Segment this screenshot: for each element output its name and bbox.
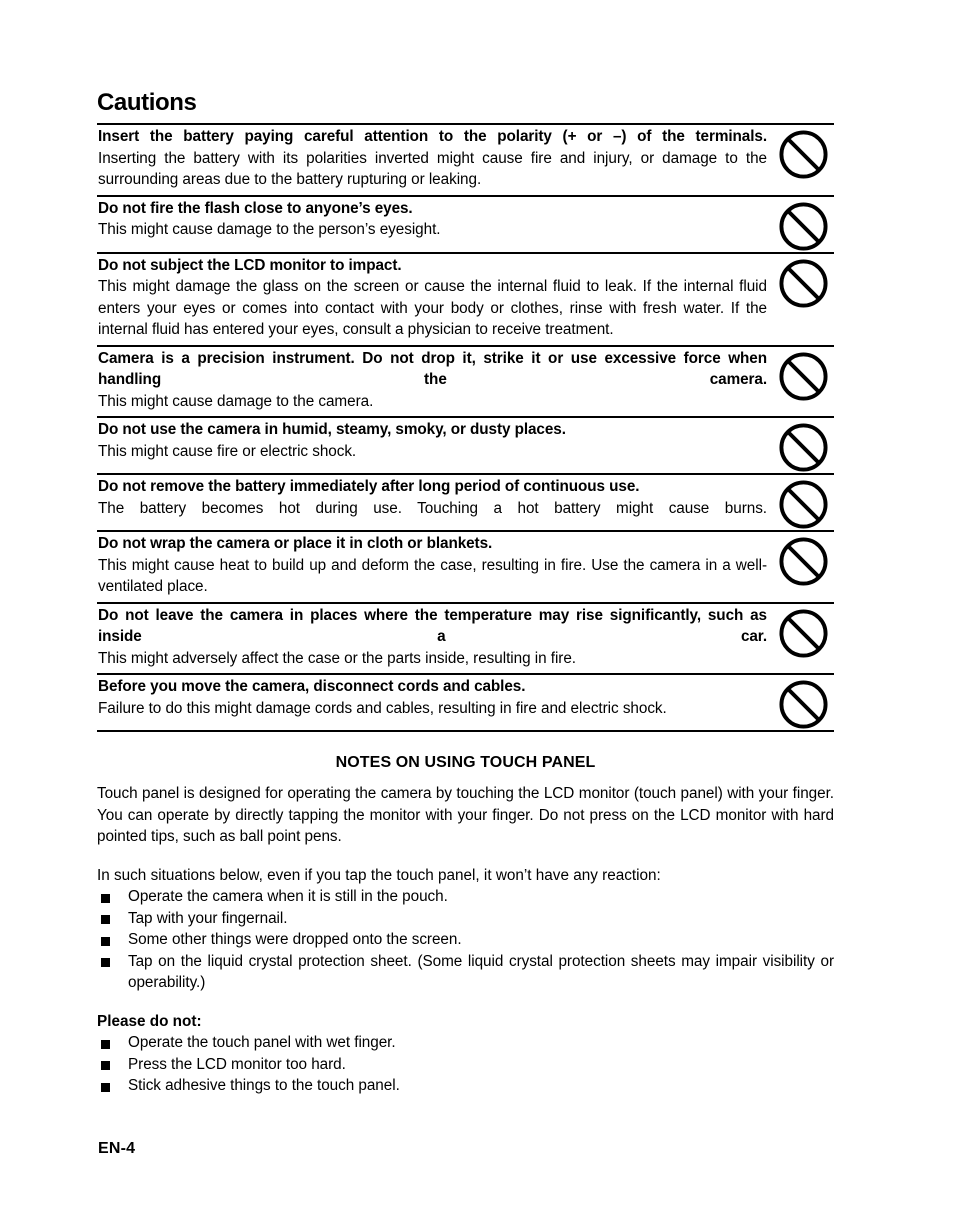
caution-body: This might adversely affect the case or …: [98, 649, 577, 667]
notes-no-reaction-lead: In such situations below, even if you ta…: [97, 866, 661, 884]
no-reaction-list: Operate the camera when it is still in t…: [97, 886, 834, 994]
manual-page: Cautions Insert the battery paying caref…: [97, 0, 834, 1220]
notes-intro-paragraph: Touch panel is designed for operating th…: [97, 785, 834, 845]
list-item: Tap on the liquid crystal protection she…: [97, 951, 834, 994]
square-bullet-icon: [101, 1082, 110, 1092]
page-footer: EN-4: [98, 1140, 136, 1157]
list-item: Stick adhesive things to the touch panel…: [97, 1075, 834, 1097]
list-item-label: Operate the touch panel with wet finger.: [128, 1034, 396, 1051]
list-item-label: Tap on the liquid crystal protection she…: [128, 952, 834, 992]
caution-text-cell: Camera is a precision instrument. Do not…: [97, 347, 773, 417]
page-title: Cautions: [97, 89, 197, 116]
prohibition-icon: [779, 201, 828, 251]
caution-icon-cell: [773, 197, 834, 252]
caution-text-cell: Insert the battery paying careful attent…: [97, 125, 773, 195]
caution-heading: Do not remove the battery immediately af…: [98, 478, 640, 495]
list-item-label: Tap with your fingernail.: [128, 909, 288, 927]
caution-text-cell: Do not use the camera in humid, steamy, …: [97, 418, 773, 466]
caution-row: Camera is a precision instrument. Do not…: [97, 347, 834, 418]
caution-heading: Insert the battery paying careful attent…: [98, 128, 767, 145]
square-bullet-icon: [101, 1039, 110, 1049]
prohibition-icon: [779, 351, 828, 401]
caution-row: Do not leave the camera in places where …: [97, 604, 834, 675]
list-item: Tap with your fingernail.: [97, 908, 834, 930]
caution-text-cell: Before you move the camera, disconnect c…: [97, 675, 773, 723]
prohibition-icon: [779, 608, 828, 658]
caution-icon-cell: [773, 125, 834, 180]
caution-text-cell: Do not wrap the camera or place it in cl…: [97, 532, 773, 602]
square-bullet-icon: [101, 958, 110, 967]
caution-icon-cell: [773, 604, 834, 659]
notes-heading: NOTES ON USING TOUCH PANEL: [335, 754, 596, 771]
caution-heading: Do not fire the flash close to anyone’s …: [98, 199, 413, 217]
prohibition-icon: [779, 537, 828, 586]
square-bullet-icon: [101, 936, 110, 946]
caution-icon-cell: [773, 532, 834, 587]
caution-heading: Do not use the camera in humid, steamy, …: [98, 421, 566, 438]
caution-icon-cell: [773, 675, 834, 730]
caution-row: Do not remove the battery immediately af…: [97, 475, 834, 532]
caution-icon-cell: [773, 347, 834, 402]
please-do-not-heading: Please do not:: [97, 1012, 202, 1030]
caution-row: Before you move the camera, disconnect c…: [97, 675, 834, 732]
prohibition-icon: [779, 680, 828, 729]
list-item-label: Stick adhesive things to the touch panel…: [128, 1077, 400, 1094]
caution-body: This might damage the glass on the scree…: [98, 278, 767, 338]
list-item: Operate the camera when it is still in t…: [97, 886, 834, 908]
list-item: Operate the touch panel with wet finger.: [97, 1032, 834, 1054]
caution-heading: Do not subject the LCD monitor to impact…: [98, 256, 402, 274]
caution-heading: Do not wrap the camera or place it in cl…: [98, 535, 493, 552]
caution-body: This might cause heat to build up and de…: [98, 556, 767, 596]
prohibition-icon: [779, 258, 828, 308]
caution-text-cell: Do not leave the camera in places where …: [97, 604, 773, 674]
caution-heading: Do not leave the camera in places where …: [98, 606, 767, 646]
caution-row: Do not wrap the camera or place it in cl…: [97, 532, 834, 604]
caution-text-cell: Do not fire the flash close to anyone’s …: [97, 197, 773, 245]
caution-body: The battery becomes hot during use. Touc…: [98, 499, 767, 517]
caution-icon-cell: [773, 254, 834, 309]
list-item: Some other things were dropped onto the …: [97, 929, 834, 951]
list-item-label: Press the LCD monitor too hard.: [128, 1055, 346, 1073]
caution-icon-cell: [773, 418, 834, 473]
touch-panel-notes-section: NOTES ON USING TOUCH PANEL Touch panel i…: [97, 752, 834, 1097]
prohibition-icon: [779, 130, 828, 179]
caution-body: This might cause fire or electric shock.: [98, 442, 357, 460]
caution-row: Do not subject the LCD monitor to impact…: [97, 254, 834, 347]
list-item: Press the LCD monitor too hard.: [97, 1054, 834, 1076]
caution-body: Failure to do this might damage cords an…: [98, 699, 667, 717]
caution-body: This might cause damage to the person’s …: [98, 221, 441, 238]
caution-row: Insert the battery paying careful attent…: [97, 125, 834, 197]
prohibition-icon: [779, 423, 828, 472]
cautions-table: Insert the battery paying careful attent…: [97, 123, 834, 732]
caution-icon-cell: [773, 475, 834, 530]
caution-heading: Before you move the camera, disconnect c…: [98, 678, 526, 695]
square-bullet-icon: [101, 915, 110, 924]
prohibition-icon: [779, 480, 828, 529]
caution-body: Inserting the battery with its polaritie…: [98, 149, 767, 189]
caution-body: This might cause damage to the camera.: [98, 392, 374, 410]
caution-text-cell: Do not remove the battery immediately af…: [97, 475, 773, 523]
square-bullet-icon: [101, 1061, 110, 1070]
caution-text-cell: Do not subject the LCD monitor to impact…: [97, 254, 773, 345]
list-item-label: Operate the camera when it is still in t…: [128, 888, 448, 905]
please-do-not-list: Operate the touch panel with wet finger.…: [97, 1032, 834, 1097]
list-item-label: Some other things were dropped onto the …: [128, 931, 462, 948]
caution-heading: Camera is a precision instrument. Do not…: [98, 349, 767, 389]
caution-row: Do not use the camera in humid, steamy, …: [97, 418, 834, 475]
caution-row: Do not fire the flash close to anyone’s …: [97, 197, 834, 254]
square-bullet-icon: [101, 893, 110, 903]
